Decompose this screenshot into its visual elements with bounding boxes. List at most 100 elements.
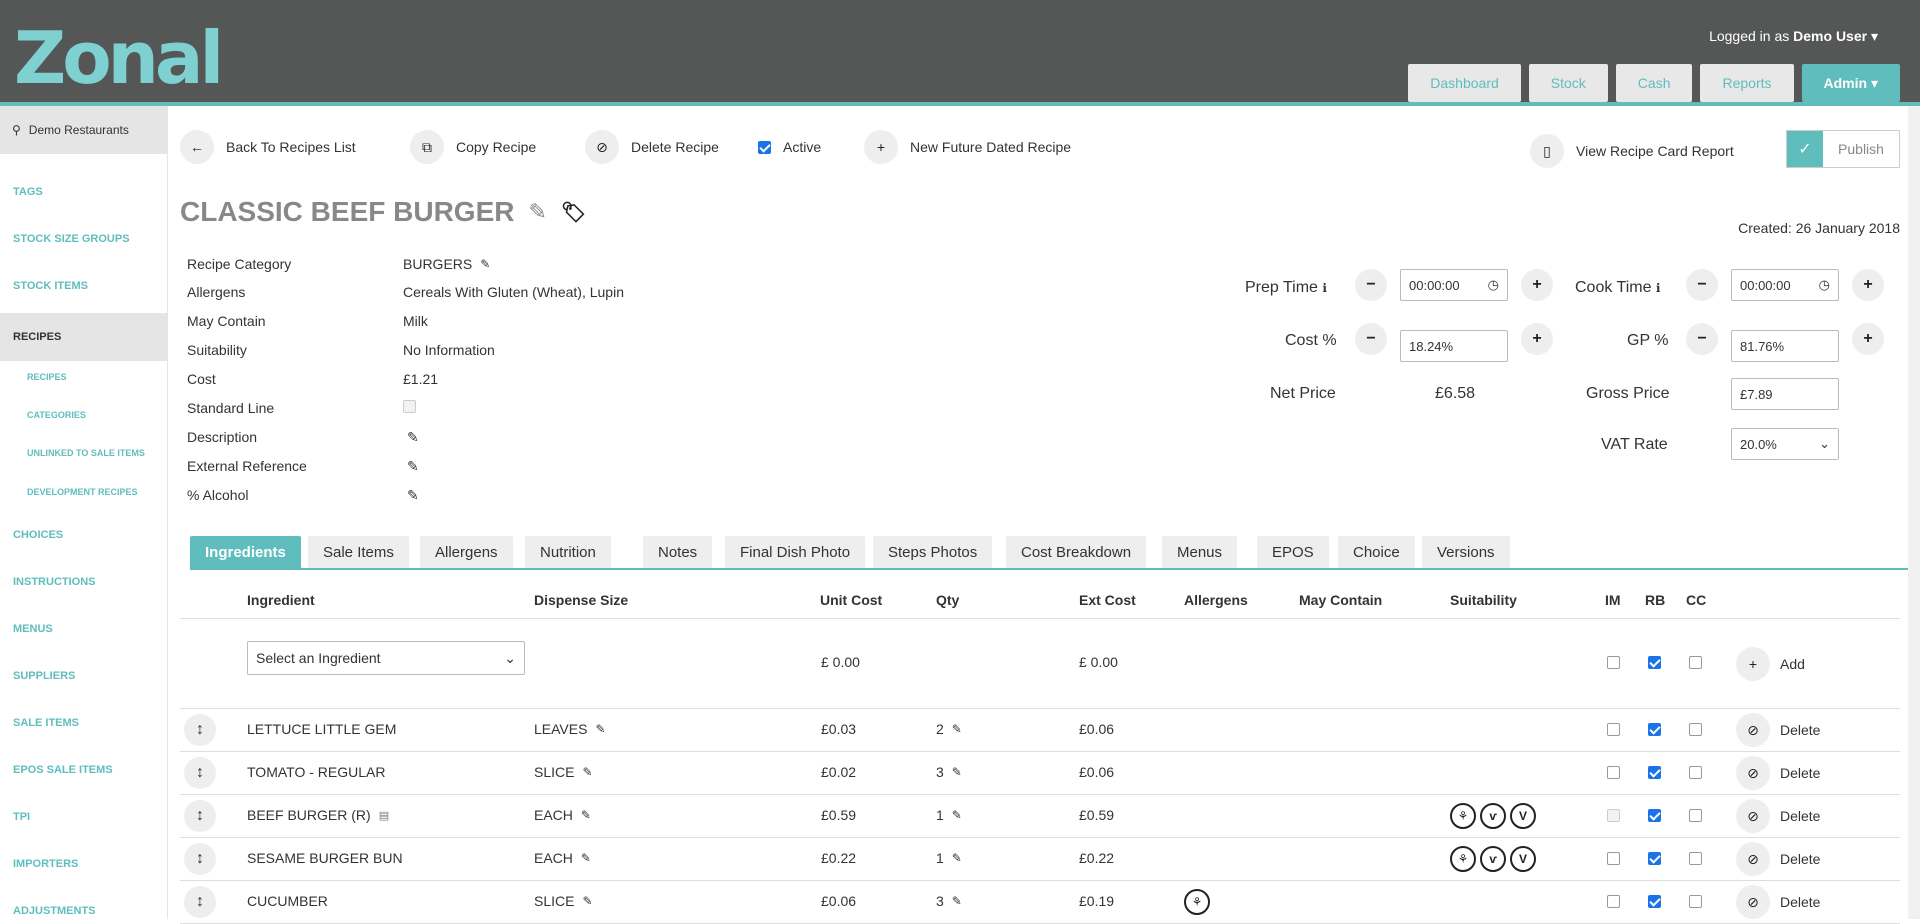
- info-icon[interactable]: ℹ: [1322, 281, 1327, 295]
- nav-cash[interactable]: Cash: [1615, 64, 1693, 102]
- cost-pct-increase-button[interactable]: +: [1521, 323, 1553, 355]
- cook-time-increase-button[interactable]: +: [1852, 269, 1884, 301]
- tab-sale-items[interactable]: Sale Items: [308, 536, 409, 568]
- im-checkbox[interactable]: [1607, 766, 1620, 779]
- drag-handle-icon[interactable]: ↕: [184, 800, 216, 832]
- add-button[interactable]: + Add: [1736, 647, 1805, 681]
- rb-checkbox[interactable]: [1648, 656, 1661, 669]
- ingredient-select[interactable]: Select an Ingredient ⌄: [247, 641, 525, 675]
- tab-menus[interactable]: Menus: [1162, 536, 1238, 568]
- im-checkbox[interactable]: [1607, 852, 1620, 865]
- cc-checkbox[interactable]: [1689, 809, 1702, 822]
- drag-handle-icon[interactable]: ↕: [184, 714, 216, 746]
- vat-rate-select[interactable]: 20.0% ⌄: [1731, 428, 1839, 460]
- rb-checkbox[interactable]: [1648, 723, 1661, 736]
- sidebar-sub-unlinked[interactable]: UNLINKED TO SALE ITEMS: [27, 448, 145, 458]
- tab-nutrition[interactable]: Nutrition: [525, 536, 611, 568]
- sidebar-sub-recipes[interactable]: RECIPES: [27, 372, 67, 382]
- pencil-icon[interactable]: ✎: [952, 851, 962, 865]
- drag-handle-icon[interactable]: ↕: [184, 886, 216, 918]
- page-scrollbar[interactable]: [1908, 106, 1920, 919]
- site-selector[interactable]: ⚲ Demo Restaurants: [0, 106, 167, 154]
- publish-toggle[interactable]: ✓ Publish: [1786, 130, 1900, 168]
- back-button[interactable]: ← Back To Recipes List: [180, 130, 356, 164]
- cc-checkbox[interactable]: [1689, 723, 1702, 736]
- zonal-logo[interactable]: Zonal: [14, 22, 224, 94]
- tab-allergens[interactable]: Allergens: [420, 536, 513, 568]
- pencil-icon[interactable]: ✎: [952, 765, 962, 779]
- im-checkbox[interactable]: [1607, 809, 1620, 822]
- sidebar-item-stock-items[interactable]: STOCK ITEMS: [13, 280, 88, 292]
- tab-steps-photos[interactable]: Steps Photos: [873, 536, 993, 568]
- view-report-button[interactable]: ▯ View Recipe Card Report: [1530, 134, 1734, 168]
- gp-pct-decrease-button[interactable]: −: [1686, 323, 1718, 355]
- gp-pct-increase-button[interactable]: +: [1852, 323, 1884, 355]
- im-checkbox[interactable]: [1607, 895, 1620, 908]
- sidebar-item-importers[interactable]: IMPORTERS: [13, 858, 78, 870]
- pencil-icon[interactable]: ✎: [581, 851, 591, 865]
- cc-checkbox[interactable]: [1689, 852, 1702, 865]
- drag-handle-icon[interactable]: ↕: [184, 757, 216, 789]
- tab-choice[interactable]: Choice: [1338, 536, 1415, 568]
- cc-checkbox[interactable]: [1689, 895, 1702, 908]
- sidebar-item-tpi[interactable]: TPI: [13, 811, 30, 823]
- sidebar-item-sale-items[interactable]: SALE ITEMS: [13, 717, 79, 729]
- delete-row-button[interactable]: ⊘ Delete: [1736, 885, 1820, 919]
- rb-checkbox[interactable]: [1648, 809, 1661, 822]
- rb-checkbox[interactable]: [1648, 852, 1661, 865]
- delete-row-button[interactable]: ⊘ Delete: [1736, 713, 1820, 747]
- new-future-recipe-button[interactable]: + New Future Dated Recipe: [864, 130, 1071, 164]
- sidebar-item-choices[interactable]: CHOICES: [13, 529, 63, 541]
- pencil-icon[interactable]: ✎: [952, 722, 962, 736]
- gp-pct-input[interactable]: 81.76%: [1731, 330, 1839, 362]
- sidebar-item-instructions[interactable]: INSTRUCTIONS: [13, 576, 96, 588]
- tab-final-dish-photo[interactable]: Final Dish Photo: [725, 536, 866, 568]
- info-icon[interactable]: ℹ: [1656, 281, 1661, 295]
- sidebar-item-suppliers[interactable]: SUPPLIERS: [13, 670, 75, 682]
- copy-recipe-button[interactable]: ⧉ Copy Recipe: [410, 130, 536, 164]
- pencil-icon[interactable]: ✎: [407, 458, 419, 475]
- delete-row-button[interactable]: ⊘ Delete: [1736, 842, 1820, 876]
- cc-checkbox[interactable]: [1689, 766, 1702, 779]
- pencil-icon[interactable]: ✎: [595, 722, 605, 736]
- pencil-icon[interactable]: ✎: [952, 894, 962, 908]
- cc-checkbox[interactable]: [1689, 656, 1702, 669]
- cook-time-input[interactable]: 00:00:00 ◷: [1731, 269, 1839, 301]
- im-checkbox[interactable]: [1607, 723, 1620, 736]
- nav-reports[interactable]: Reports: [1700, 64, 1794, 102]
- active-checkbox[interactable]: [758, 140, 771, 154]
- sidebar-item-menus[interactable]: MENUS: [13, 623, 53, 635]
- prep-time-increase-button[interactable]: +: [1521, 269, 1553, 301]
- nav-dashboard[interactable]: Dashboard: [1408, 64, 1521, 102]
- pencil-icon[interactable]: ✎: [528, 199, 546, 225]
- nav-stock[interactable]: Stock: [1528, 64, 1608, 102]
- pencil-icon[interactable]: ✎: [480, 257, 490, 271]
- sidebar-item-epos-sale-items[interactable]: EPOS SALE ITEMS: [13, 764, 113, 776]
- sidebar-item-recipes[interactable]: RECIPES: [0, 313, 168, 361]
- pencil-icon[interactable]: ✎: [407, 429, 419, 446]
- tab-versions[interactable]: Versions: [1422, 536, 1510, 568]
- sidebar-item-tags[interactable]: TAGS: [13, 186, 43, 198]
- cost-pct-input[interactable]: 18.24%: [1400, 330, 1508, 362]
- rb-checkbox[interactable]: [1648, 895, 1661, 908]
- pencil-icon[interactable]: ✎: [582, 894, 592, 908]
- gross-price-input[interactable]: £7.89: [1731, 378, 1839, 410]
- tab-cost-breakdown[interactable]: Cost Breakdown: [1006, 536, 1147, 568]
- delete-row-button[interactable]: ⊘ Delete: [1736, 799, 1820, 833]
- delete-recipe-button[interactable]: ⊘ Delete Recipe: [585, 130, 719, 164]
- tab-notes[interactable]: Notes: [643, 536, 713, 568]
- sidebar-item-stock-size-groups[interactable]: STOCK SIZE GROUPS: [13, 233, 130, 245]
- tab-ingredients[interactable]: Ingredients: [190, 536, 301, 568]
- pencil-icon[interactable]: ✎: [952, 808, 962, 822]
- pencil-icon[interactable]: ✎: [582, 765, 592, 779]
- sidebar-sub-development[interactable]: DEVELOPMENT RECIPES: [27, 487, 138, 497]
- tab-epos[interactable]: EPOS: [1257, 536, 1329, 568]
- nav-admin[interactable]: Admin ▾: [1801, 64, 1900, 102]
- cost-pct-decrease-button[interactable]: −: [1355, 323, 1387, 355]
- im-checkbox[interactable]: [1607, 656, 1620, 669]
- active-toggle[interactable]: Active: [758, 130, 821, 164]
- drag-handle-icon[interactable]: ↕: [184, 843, 216, 875]
- cook-time-decrease-button[interactable]: −: [1686, 269, 1718, 301]
- user-menu[interactable]: Logged in as Demo User ▾: [1709, 28, 1878, 45]
- pencil-icon[interactable]: ✎: [407, 487, 419, 504]
